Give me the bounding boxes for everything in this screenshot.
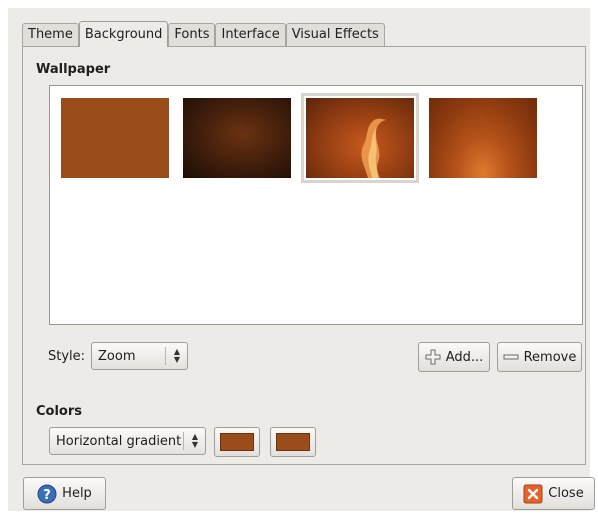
colors-section-title: Colors xyxy=(36,404,83,419)
flame-graphic xyxy=(361,118,386,178)
wallpaper-gallery[interactable] xyxy=(49,85,583,325)
style-select[interactable]: Zoom ▲ ▼ xyxy=(91,342,188,370)
combo-separator xyxy=(165,347,166,365)
secondary-color-swatch xyxy=(276,433,310,451)
add-wallpaper-button[interactable]: Add... xyxy=(418,342,490,372)
remove-wallpaper-button[interactable]: Remove xyxy=(497,342,582,372)
tab-background[interactable]: Background xyxy=(78,21,169,47)
svg-text:?: ? xyxy=(43,488,51,503)
add-icon xyxy=(425,349,441,365)
secondary-color-button[interactable] xyxy=(270,427,316,457)
help-icon: ? xyxy=(37,484,57,504)
close-icon xyxy=(523,484,543,504)
tab-visual-effects[interactable]: Visual Effects xyxy=(285,23,385,46)
add-label: Add... xyxy=(445,349,484,365)
tab-theme[interactable]: Theme xyxy=(22,23,79,46)
primary-color-swatch xyxy=(220,433,254,451)
appearance-preferences-window: Theme Background Fonts Interface Visual … xyxy=(8,8,595,511)
help-button[interactable]: ? Help xyxy=(23,477,106,510)
tab-bar: Theme Background Fonts Interface Visual … xyxy=(22,20,385,47)
wallpaper-section-title: Wallpaper xyxy=(36,62,111,77)
style-value: Zoom xyxy=(98,348,136,364)
combo-arrows-icon: ▲ ▼ xyxy=(173,347,181,364)
style-label: Style: xyxy=(48,349,86,364)
combo-separator xyxy=(183,432,184,450)
combo-arrows-icon: ▲ ▼ xyxy=(191,432,199,449)
tab-fonts[interactable]: Fonts xyxy=(168,23,216,46)
help-label: Help xyxy=(62,486,92,501)
wallpaper-thumbnail-selected[interactable] xyxy=(301,93,419,183)
remove-label: Remove xyxy=(523,349,577,365)
close-button[interactable]: Close xyxy=(512,477,595,510)
remove-icon xyxy=(503,349,519,365)
gradient-value: Horizontal gradient xyxy=(56,433,182,449)
primary-color-button[interactable] xyxy=(214,427,260,457)
close-label: Close xyxy=(548,486,584,501)
background-page: Wallpaper Style: Zoom ▲ ▼ Add... Remove … xyxy=(22,46,586,465)
tab-interface[interactable]: Interface xyxy=(215,23,286,46)
wallpaper-thumbnail[interactable] xyxy=(429,98,537,178)
gradient-select[interactable]: Horizontal gradient ▲ ▼ xyxy=(49,427,206,455)
wallpaper-thumbnail[interactable] xyxy=(61,98,169,178)
wallpaper-thumbnail[interactable] xyxy=(183,98,291,178)
